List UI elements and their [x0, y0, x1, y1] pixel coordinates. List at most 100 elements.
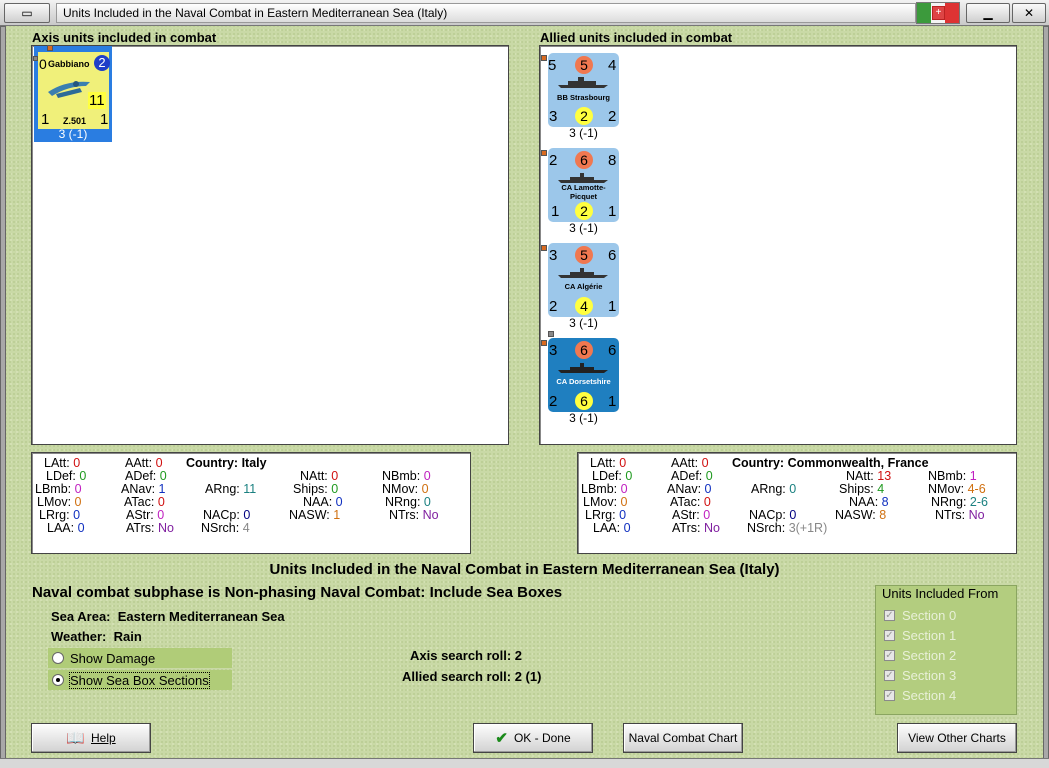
stat-label: NSrch: [747, 521, 786, 535]
axis-roll-label: Axis search roll: [410, 648, 512, 663]
counter-top-center: 6 [575, 341, 593, 359]
counter-bottom-center: 2 [575, 107, 593, 125]
stat-label: NACp: [749, 508, 786, 522]
section-1-checkbox[interactable]: ✓ [884, 630, 895, 641]
show-damage-option[interactable]: Show Damage [48, 648, 232, 668]
allied-unit-strasbourg[interactable]: 5 5 4 BB Strasbourg 3 2 2 [548, 53, 619, 127]
counter-bottom-right: 1 [608, 393, 617, 410]
stat-astr: 0 [157, 508, 165, 522]
stat-laa: 0 [623, 521, 631, 535]
counter-top-left: 3 [549, 342, 558, 359]
counter-bottom-right: 1 [608, 203, 617, 220]
counter-type: Z.501 [63, 116, 87, 126]
counter-top-right: 6 [608, 247, 617, 264]
unit-marker-icon [541, 340, 547, 346]
stat-label: LAA: [47, 521, 75, 535]
section-4-checkbox[interactable]: ✓ [884, 690, 895, 701]
weather-row: Weather: Rain [51, 629, 142, 644]
counter-name: CA Algérie [564, 282, 603, 291]
stat-atrs: No [703, 521, 720, 535]
stat-adef: 0 [705, 469, 713, 483]
section-3-checkbox[interactable]: ✓ [884, 670, 895, 681]
stat-nbmb: 1 [969, 469, 977, 483]
counter-bottom-center: 6 [575, 392, 593, 410]
ok-done-button[interactable]: ✔ OK - Done [473, 723, 593, 753]
show-damage-radio[interactable] [52, 652, 64, 664]
stat-ldef: 0 [79, 469, 87, 483]
show-sea-box-radio[interactable] [52, 674, 64, 686]
stat-label: LMov: [583, 495, 618, 509]
stat-label: LDef: [592, 469, 622, 483]
counter-top-right: 4 [608, 57, 617, 74]
subphase-text: Naval combat subphase is Non-phasing Nav… [32, 584, 563, 601]
axis-unit-gabbiano[interactable]: 0 Gabbiano 2 11 1 Z.501 1 3 (-1) [33, 45, 112, 142]
sea-area-label: Sea Area: [51, 609, 111, 624]
stat-nbmb: 0 [423, 469, 431, 483]
combat-heading: Units Included in the Naval Combat in Ea… [269, 561, 780, 578]
counter-top-center: 5 [575, 56, 593, 74]
cruiser-icon [558, 363, 608, 373]
stat-naa: 0 [335, 495, 343, 509]
counter-top-center: 6 [575, 151, 593, 169]
view-other-charts-label: View Other Charts [908, 731, 1006, 745]
section-0-option[interactable]: ✓ Section 0 [884, 608, 956, 623]
section-1-label: Section 1 [902, 628, 957, 643]
stat-arng: 11 [243, 482, 257, 496]
stat-natt: 13 [877, 469, 892, 483]
sea-area-row: Sea Area: Eastern Mediterranean Sea [51, 609, 285, 624]
counter-name: CA Dorsetshire [556, 377, 611, 386]
show-sea-box-option[interactable]: Show Sea Box Sections [48, 670, 232, 690]
stat-label: AStr: [126, 508, 154, 522]
unit-marker-icon [47, 45, 53, 51]
allied-unit-dorsetshire[interactable]: 3 6 6 CA Dorsetshire 2 6 1 [548, 338, 619, 412]
section-4-label: Section 4 [902, 688, 957, 703]
stat-label: NAA: [849, 495, 879, 509]
counter-name: Gabbiano [48, 59, 90, 69]
allied-roll-row: Allied search roll: 2 (1) [402, 669, 541, 684]
stat-label: NAtt: [300, 469, 328, 483]
units-included-from-group: Units Included From ✓ Section 0 ✓ Section … [875, 585, 1017, 715]
stat-lmov: 0 [74, 495, 82, 509]
stat-label: LAtt: [590, 456, 616, 470]
section-0-checkbox[interactable]: ✓ [884, 610, 895, 621]
window-title: Units Included in the Naval Combat in Ea… [56, 3, 916, 23]
stat-label: LBmb: [35, 482, 72, 496]
section-1-option[interactable]: ✓ Section 1 [884, 628, 956, 643]
stat-label: ANav: [121, 482, 156, 496]
minimize-button[interactable]: ▁ [966, 3, 1010, 23]
section-2-checkbox[interactable]: ✓ [884, 650, 895, 661]
allied-unit-lamotte-picquet[interactable]: 2 6 8 CA Lamotte-Picquet 1 2 1 [548, 148, 619, 222]
title-bar: ▭ Units Included in the Naval Combat in … [0, 0, 1049, 26]
stat-latt: 0 [619, 456, 627, 470]
allied-unit-algerie[interactable]: 3 5 6 CA Algérie 2 4 1 [548, 243, 619, 317]
counter-name: CA Lamotte-Picquet [561, 183, 606, 201]
system-menu-button[interactable]: ▭ [4, 3, 50, 23]
axis-stats-panel: LAtt: 0 LDef: 0 LBmb: 0 LMov: 0 LRrg: 0 … [31, 452, 471, 554]
axis-country: Italy [241, 456, 267, 470]
axis-panel-label: Axis units included in combat [32, 30, 217, 45]
stat-atrs: No [157, 521, 174, 535]
country-label: Country: [186, 456, 239, 470]
stat-natt: 0 [331, 469, 339, 483]
section-2-option[interactable]: ✓ Section 2 [884, 648, 956, 663]
checkmark-icon: ✔ [495, 730, 508, 747]
right-border [1043, 26, 1049, 768]
unit-strength: 3 (-1) [569, 316, 598, 330]
naval-combat-chart-button[interactable]: Naval Combat Chart [623, 723, 743, 753]
close-button[interactable]: ✕ [1012, 3, 1046, 23]
unit-strength: 3 (-1) [569, 411, 598, 425]
stat-label: LRrg: [39, 508, 70, 522]
counter-bottom-right: 2 [608, 108, 617, 125]
section-4-option[interactable]: ✓ Section 4 [884, 688, 956, 703]
counter-bottom-center: 4 [575, 297, 593, 315]
left-border [0, 26, 6, 768]
section-3-option[interactable]: ✓ Section 3 [884, 668, 956, 683]
italy-flag-icon: + [916, 2, 960, 24]
allied-country: Commonwealth, France [787, 456, 929, 470]
help-button[interactable]: 📖 Help [31, 723, 151, 753]
stat-nsrch: 3(+1R) [788, 521, 828, 535]
show-damage-label: Show Damage [70, 650, 156, 666]
view-other-charts-button[interactable]: View Other Charts [897, 723, 1017, 753]
counter-top-left: 2 [549, 152, 558, 169]
counter-top-right: 2 [94, 55, 110, 71]
